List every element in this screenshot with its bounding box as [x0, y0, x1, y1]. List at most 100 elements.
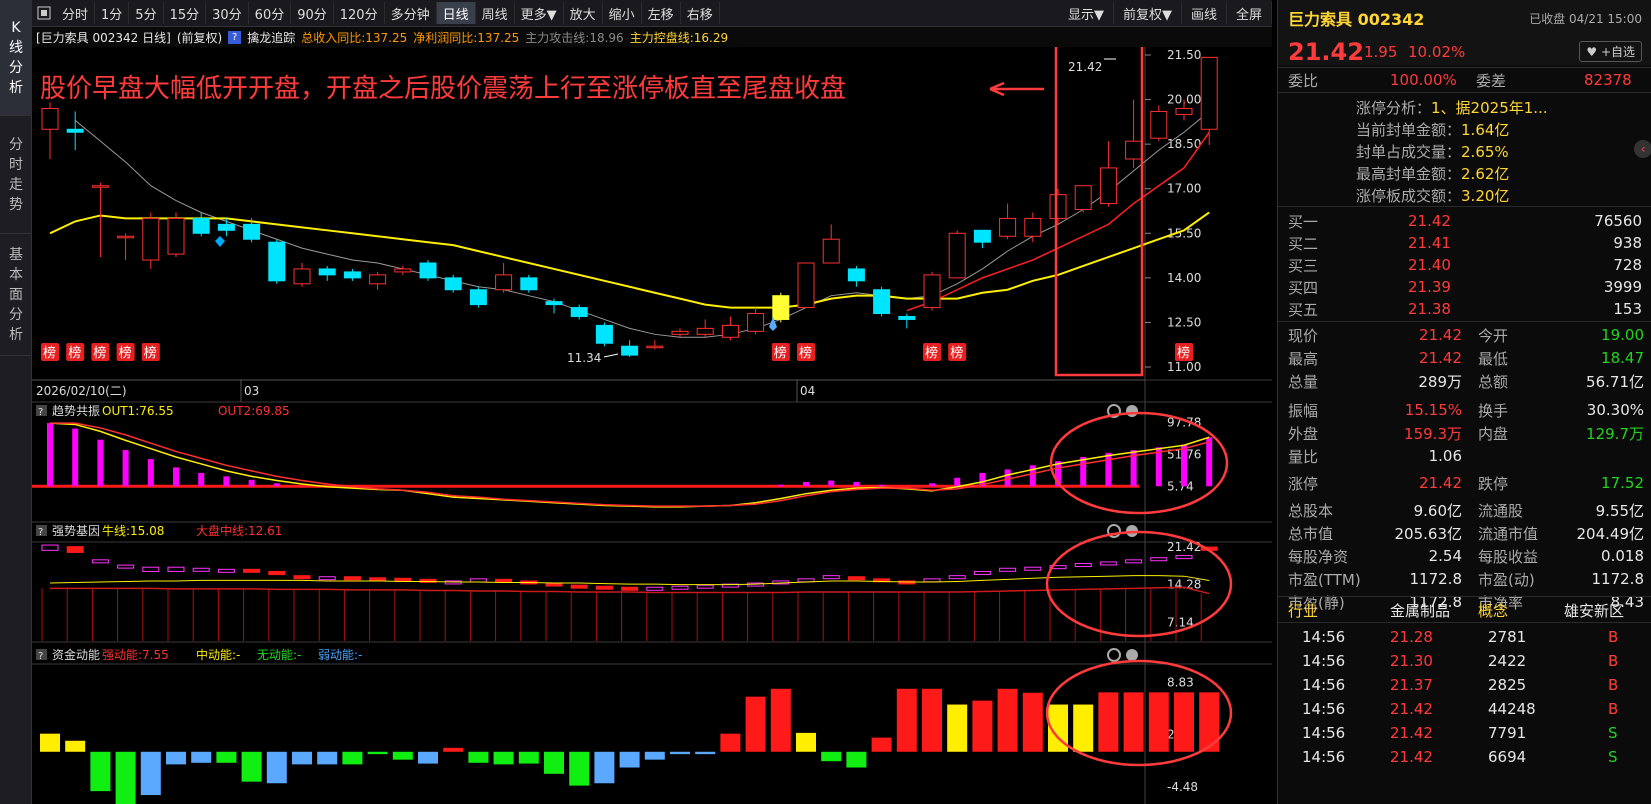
- period-button[interactable]: 5分: [129, 2, 164, 24]
- nav-tab-1[interactable]: 分时走势: [0, 116, 32, 234]
- bang-marker[interactable]: 榜: [66, 343, 85, 361]
- view-button[interactable]: 画线: [1182, 2, 1227, 24]
- add-watchlist-button[interactable]: ♥ +自选: [1579, 41, 1642, 62]
- period-button[interactable]: 90分: [291, 2, 334, 24]
- trend-bar: [853, 481, 860, 487]
- period-button[interactable]: 120分: [334, 2, 385, 24]
- candle-body[interactable]: [419, 262, 437, 279]
- candle-body[interactable]: [91, 185, 109, 188]
- candle-body[interactable]: [847, 268, 865, 282]
- wb-value: 100.00%: [1390, 71, 1457, 89]
- candle-body[interactable]: [1049, 194, 1067, 219]
- strong-box: [1150, 557, 1168, 562]
- candle-body[interactable]: [973, 229, 991, 243]
- candle-body[interactable]: [318, 268, 336, 276]
- zoom-buttons: 放大 缩小 左移 右移: [564, 2, 720, 24]
- candle-body[interactable]: [1175, 107, 1193, 115]
- candle-body[interactable]: [66, 128, 84, 133]
- candle-body[interactable]: [696, 327, 714, 335]
- chart-mode-icon[interactable]: [32, 2, 56, 24]
- bang-marker[interactable]: 榜: [771, 343, 790, 361]
- candle-body[interactable]: [293, 268, 311, 285]
- candle-body[interactable]: [721, 324, 739, 338]
- bang-marker[interactable]: 榜: [797, 343, 815, 361]
- candle-body[interactable]: [41, 107, 59, 130]
- bang-marker[interactable]: 榜: [41, 343, 59, 361]
- candle-body[interactable]: [570, 307, 588, 317]
- candle-body[interactable]: [520, 277, 538, 291]
- action-button[interactable]: 右移: [681, 2, 720, 24]
- action-button[interactable]: 左移: [642, 2, 681, 24]
- bang-marker[interactable]: 榜: [141, 343, 160, 361]
- close-icon[interactable]: [1126, 649, 1138, 661]
- view-button[interactable]: 前复权▼: [1114, 2, 1182, 24]
- candle-body[interactable]: [923, 274, 941, 309]
- svg-text:?: ?: [38, 407, 43, 418]
- candle-body[interactable]: [873, 289, 891, 315]
- candle-body[interactable]: [444, 277, 462, 291]
- bang-marker[interactable]: 榜: [1175, 343, 1193, 361]
- candle-body[interactable]: [469, 289, 487, 306]
- period-button[interactable]: 60分: [249, 2, 292, 24]
- collapse-arrow-icon[interactable]: ‹: [1634, 140, 1651, 158]
- candle-body[interactable]: [948, 232, 966, 279]
- period-button[interactable]: 分时: [56, 2, 96, 24]
- candle-body[interactable]: [999, 217, 1017, 237]
- candle-body[interactable]: [621, 345, 639, 356]
- period-button[interactable]: 日线: [436, 2, 476, 24]
- stat-label: 现价: [1288, 326, 1319, 345]
- candle-body[interactable]: [1024, 217, 1042, 237]
- bang-marker[interactable]: 榜: [948, 343, 967, 361]
- candle-body[interactable]: [1074, 185, 1092, 211]
- bang-marker[interactable]: 榜: [91, 343, 110, 361]
- candle-body[interactable]: [747, 313, 765, 332]
- candle-body[interactable]: [595, 324, 613, 344]
- candle-body[interactable]: [646, 345, 664, 349]
- candle-body[interactable]: [1125, 140, 1143, 160]
- candle-body[interactable]: [772, 295, 790, 320]
- candle-body[interactable]: [797, 262, 815, 309]
- candle-body[interactable]: [343, 271, 361, 279]
- period-button[interactable]: 1分: [95, 2, 130, 24]
- candle-body[interactable]: [369, 274, 387, 285]
- period-button[interactable]: 多分钟: [385, 2, 437, 24]
- candle-body[interactable]: [495, 274, 513, 291]
- candle-body[interactable]: [217, 223, 235, 231]
- bang-marker[interactable]: 榜: [923, 343, 941, 361]
- fund-bar: [619, 751, 640, 768]
- period-button[interactable]: 15分: [164, 2, 207, 24]
- candle-body[interactable]: [167, 217, 185, 255]
- nav-tab-2[interactable]: 基本面分析: [0, 234, 32, 356]
- limit-line: 当前封单金额：1.64亿: [1356, 120, 1510, 139]
- view-button[interactable]: 全屏: [1227, 2, 1272, 24]
- help-icon[interactable]: ?: [228, 30, 242, 44]
- chart-area[interactable]: 21.50 20.00 18.50 17.00 15.50 14.00 12.50 11.00…: [32, 38, 1272, 804]
- candle-body[interactable]: [394, 268, 412, 273]
- period-button[interactable]: 更多▼: [515, 2, 564, 24]
- candle-body[interactable]: [243, 223, 261, 240]
- candle-body[interactable]: [671, 330, 689, 335]
- candle-body[interactable]: [545, 301, 563, 306]
- candle-body[interactable]: [1099, 167, 1117, 205]
- stat-label: 流通股: [1478, 501, 1524, 520]
- candle-body[interactable]: [822, 238, 840, 264]
- period-button[interactable]: 30分: [206, 2, 249, 24]
- candle-body[interactable]: [268, 241, 286, 282]
- candle-body[interactable]: [1150, 110, 1168, 139]
- charts-svg[interactable]: 21.5020.0018.5017.0015.5014.0012.5011.00…: [32, 38, 1272, 804]
- indicator-f3: 主力攻击线:18.96: [525, 30, 624, 45]
- candle-body[interactable]: [142, 217, 160, 261]
- main-y-tick: 11.00: [1167, 360, 1201, 374]
- period-button[interactable]: 周线: [476, 2, 515, 24]
- candle-body[interactable]: [898, 315, 916, 320]
- tick-volume: 2781: [1488, 628, 1527, 646]
- close-icon[interactable]: [1126, 405, 1138, 417]
- bang-marker[interactable]: 榜: [116, 343, 135, 361]
- nav-tab-0[interactable]: K线分析: [0, 0, 32, 116]
- action-button[interactable]: 放大: [564, 2, 603, 24]
- action-button[interactable]: 缩小: [603, 2, 642, 24]
- candle-body[interactable]: [1200, 56, 1218, 130]
- candle-body[interactable]: [192, 217, 210, 234]
- view-button[interactable]: 显示▼: [1059, 2, 1114, 24]
- candle-body[interactable]: [117, 235, 135, 239]
